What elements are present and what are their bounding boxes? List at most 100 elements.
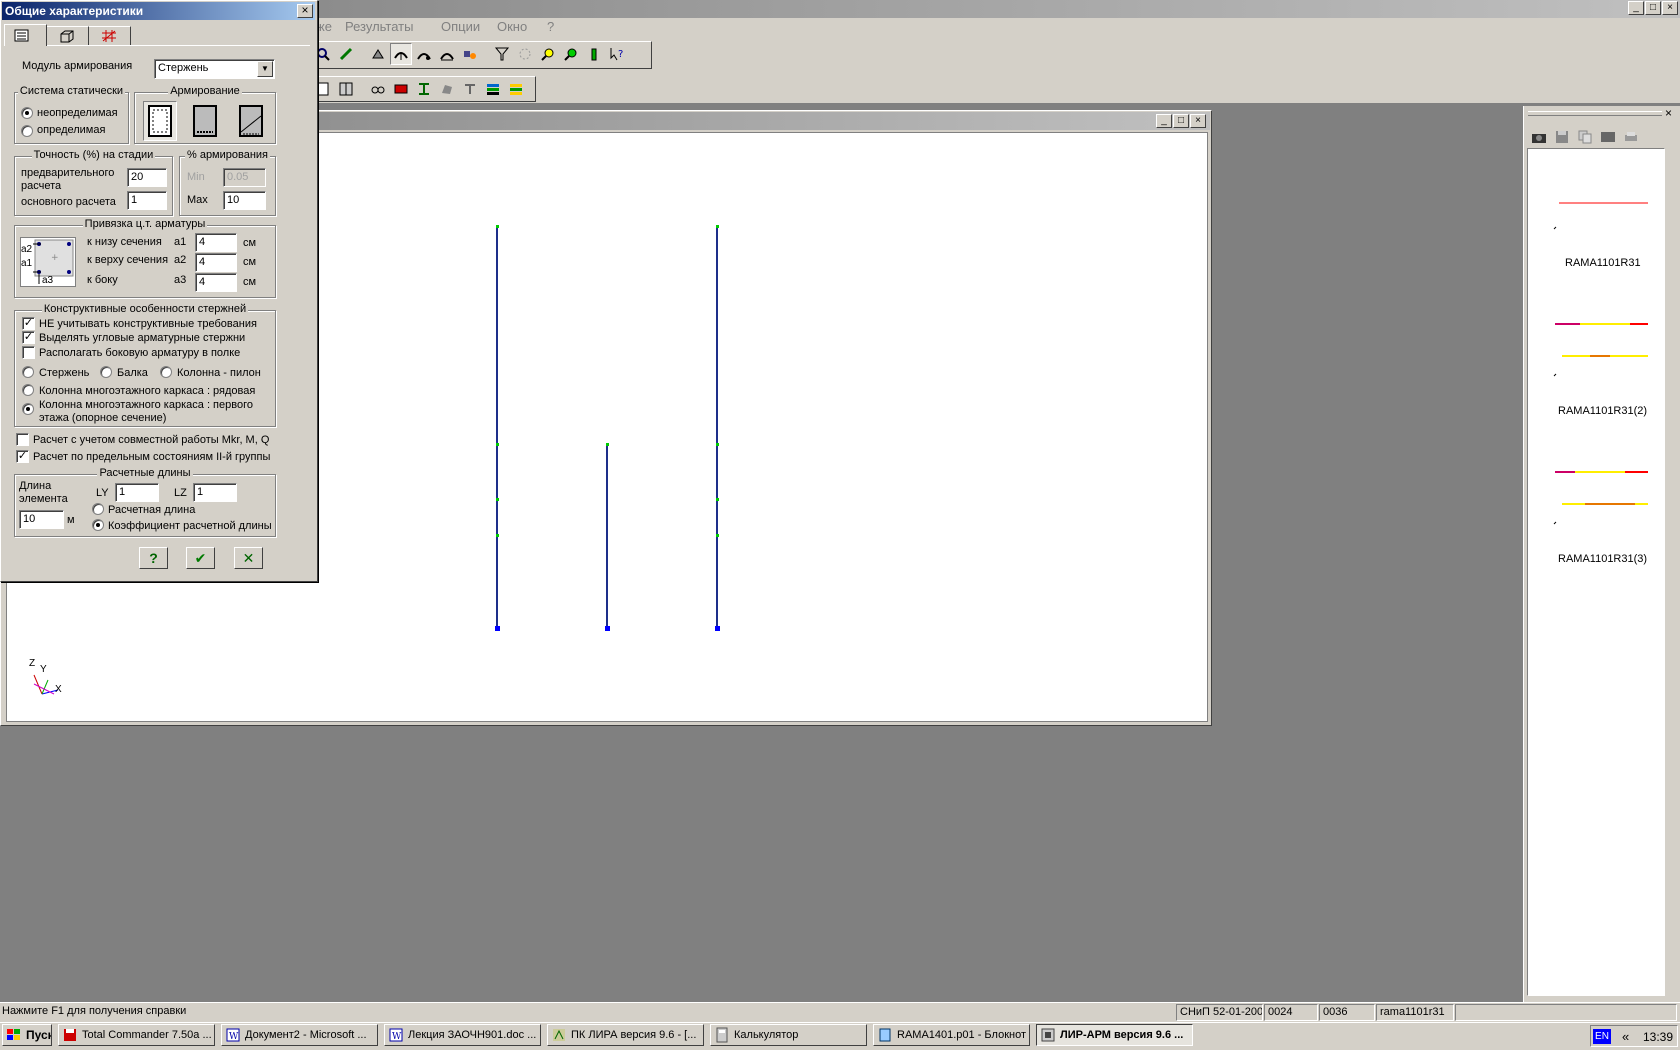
type-column-ordinary-radio[interactable] xyxy=(22,384,34,396)
copy-icon[interactable] xyxy=(1574,126,1596,148)
joint-work-label[interactable]: Расчет с учетом совместной работы Mkr, M… xyxy=(33,434,269,446)
taskbar-item-label: Калькулятор xyxy=(734,1029,799,1041)
taskbar-item-lir-arm[interactable]: ЛИР-АРМ версия 9.6 ... xyxy=(1036,1024,1193,1046)
static-determinate-label[interactable]: определимая xyxy=(37,124,105,136)
type-bar-radio[interactable] xyxy=(22,366,34,378)
word-doc-icon: W xyxy=(226,1028,240,1042)
camera-icon[interactable] xyxy=(1528,126,1550,148)
hatch-grid-icon xyxy=(102,30,116,42)
type-bar-label[interactable]: Стержень xyxy=(39,367,89,379)
thumbnail-list[interactable] xyxy=(1527,148,1665,996)
anchor-top-code: a2 xyxy=(174,254,187,266)
element-length-label: Длина элемента xyxy=(19,480,68,505)
type-beam-radio[interactable] xyxy=(100,366,112,378)
static-indeterminate-radio[interactable] xyxy=(21,107,33,119)
type-column-ordinary-label[interactable]: Колонна многоэтажного каркаса : рядовая xyxy=(39,385,255,397)
length-coefficient-radio[interactable] xyxy=(92,519,104,531)
node xyxy=(716,225,719,228)
anchor-side-input[interactable]: 4 xyxy=(195,273,237,292)
anchor-top-input[interactable]: 4 xyxy=(195,253,237,272)
tab-section[interactable] xyxy=(47,26,89,45)
design-length-label[interactable]: Расчетная длина xyxy=(108,504,195,516)
length-coefficient-label[interactable]: Коэффициент расчетной длины xyxy=(108,520,272,532)
tab-reinforcement-grid[interactable] xyxy=(89,26,131,45)
percent-legend: % армирования xyxy=(184,149,271,161)
cancel-button[interactable]: ✕ xyxy=(234,547,263,569)
anchor-bottom-unit: см xyxy=(243,237,257,249)
type-pylon-label[interactable]: Колонна - пилон xyxy=(177,367,261,379)
taskbar-item-label: Документ2 - Microsoft ... xyxy=(245,1029,367,1041)
main-accuracy-input[interactable]: 1 xyxy=(127,191,167,210)
limit-states-checkbox[interactable]: ✓ xyxy=(16,450,29,463)
anchor-top-unit: см xyxy=(243,256,257,268)
symmetric-reinforcement-button[interactable] xyxy=(143,101,177,141)
taskbar-item-document2[interactable]: W Документ2 - Microsoft ... xyxy=(221,1024,378,1046)
asymmetric-reinforcement-button[interactable] xyxy=(188,101,222,141)
save-icon[interactable] xyxy=(1551,126,1573,148)
save-disk-icon xyxy=(64,1029,76,1041)
type-column-first-floor-radio[interactable] xyxy=(22,403,34,415)
anchor-bottom-input[interactable]: 4 xyxy=(195,233,237,252)
diagonal-reinforcement-button[interactable] xyxy=(234,101,268,141)
joint-work-checkbox[interactable] xyxy=(16,433,29,446)
taskbar-item-label: Total Commander 7.50a ... xyxy=(82,1029,212,1041)
maximize-button[interactable]: □ xyxy=(1645,1,1661,15)
dialog-close-button[interactable]: × xyxy=(297,4,313,18)
type-column-first-floor-label-2[interactable]: этажа (опорное сечение) xyxy=(39,412,166,424)
thumbnail-1-preview[interactable] xyxy=(1550,196,1650,236)
svg-text:+: + xyxy=(51,253,59,263)
node xyxy=(716,443,719,446)
taskbar-item-lira[interactable]: ПК ЛИРА версия 9.6 - [... xyxy=(547,1024,704,1046)
print-icon[interactable] xyxy=(1620,126,1642,148)
corner-bars-label[interactable]: Выделять угловые арматурные стержни xyxy=(39,332,245,344)
thumbnail-2-label[interactable]: RAMA1101R31(2) xyxy=(1558,405,1647,417)
corner-bars-checkbox[interactable]: ✓ xyxy=(22,331,35,344)
tab-general[interactable] xyxy=(4,24,47,46)
main-accuracy-value: 1 xyxy=(131,194,138,206)
right-panel-grip[interactable] xyxy=(1528,111,1662,116)
type-column-first-floor-label[interactable]: Колонна многоэтажного каркаса : первого xyxy=(39,399,253,411)
percent-min-value: 0.05 xyxy=(227,171,249,183)
help-button[interactable]: ? xyxy=(139,547,168,569)
tray-chevron-icon[interactable]: « xyxy=(1622,1029,1629,1044)
thumbnail-2-preview[interactable] xyxy=(1550,316,1650,378)
type-beam-label[interactable]: Балка xyxy=(117,367,148,379)
limit-states-label[interactable]: Расчет по предельным состояниям II-й гру… xyxy=(33,451,270,463)
status-help-text: Нажмите F1 для получения справки xyxy=(2,1005,187,1017)
taskbar-item-total-commander[interactable]: Total Commander 7.50a ... xyxy=(58,1024,215,1046)
element-length-value: 10 xyxy=(23,513,36,525)
dialog-tab-line xyxy=(4,45,310,46)
axis-x-label: X xyxy=(55,684,62,695)
lir-arm-app-icon xyxy=(1041,1028,1055,1042)
anchor-bottom-value: 4 xyxy=(199,236,206,248)
type-pylon-radio[interactable] xyxy=(160,366,172,378)
image-icon[interactable] xyxy=(1597,126,1619,148)
ly-input[interactable]: 1 xyxy=(115,483,159,502)
minimize-button[interactable]: _ xyxy=(1628,1,1644,15)
svg-text:W: W xyxy=(229,1032,239,1042)
language-indicator[interactable]: EN xyxy=(1593,1029,1611,1044)
design-length-radio[interactable] xyxy=(92,503,104,515)
flange-side-bars-label[interactable]: Располагать боковую арматуру в полке xyxy=(39,347,240,359)
chevron-down-icon[interactable]: ▼ xyxy=(257,61,273,77)
thumbnail-3-preview[interactable] xyxy=(1550,464,1650,526)
ignore-requirements-checkbox[interactable]: ✓ xyxy=(22,317,35,330)
element-length-input[interactable]: 10 xyxy=(19,510,64,529)
static-determinate-radio[interactable] xyxy=(21,125,33,137)
thumbnail-3-label[interactable]: RAMA1101R31(3) xyxy=(1558,553,1647,565)
start-button[interactable]: Пуск xyxy=(2,1024,52,1046)
lz-input[interactable]: 1 xyxy=(193,483,237,502)
taskbar-item-notepad[interactable]: RAMA1401.p01 - Блокнот xyxy=(873,1024,1030,1046)
close-button[interactable]: × xyxy=(1662,1,1678,15)
thumbnail-1-label[interactable]: RAMA1101R31 xyxy=(1565,257,1641,269)
static-indeterminate-label[interactable]: неопределимая xyxy=(37,107,118,119)
status-empty xyxy=(1455,1004,1677,1021)
ignore-requirements-label[interactable]: НЕ учитывать конструктивные требования xyxy=(39,318,257,330)
right-panel-close-icon[interactable]: × xyxy=(1665,106,1672,120)
flange-side-bars-checkbox[interactable] xyxy=(22,346,35,359)
taskbar-item-lecture[interactable]: W Лекция ЗАОЧН901.doc ... xyxy=(384,1024,541,1046)
taskbar-item-calculator[interactable]: Калькулятор xyxy=(710,1024,867,1046)
percent-max-input[interactable]: 10 xyxy=(223,191,266,210)
ok-button[interactable]: ✔ xyxy=(186,547,215,569)
preliminary-accuracy-input[interactable]: 20 xyxy=(127,168,167,187)
